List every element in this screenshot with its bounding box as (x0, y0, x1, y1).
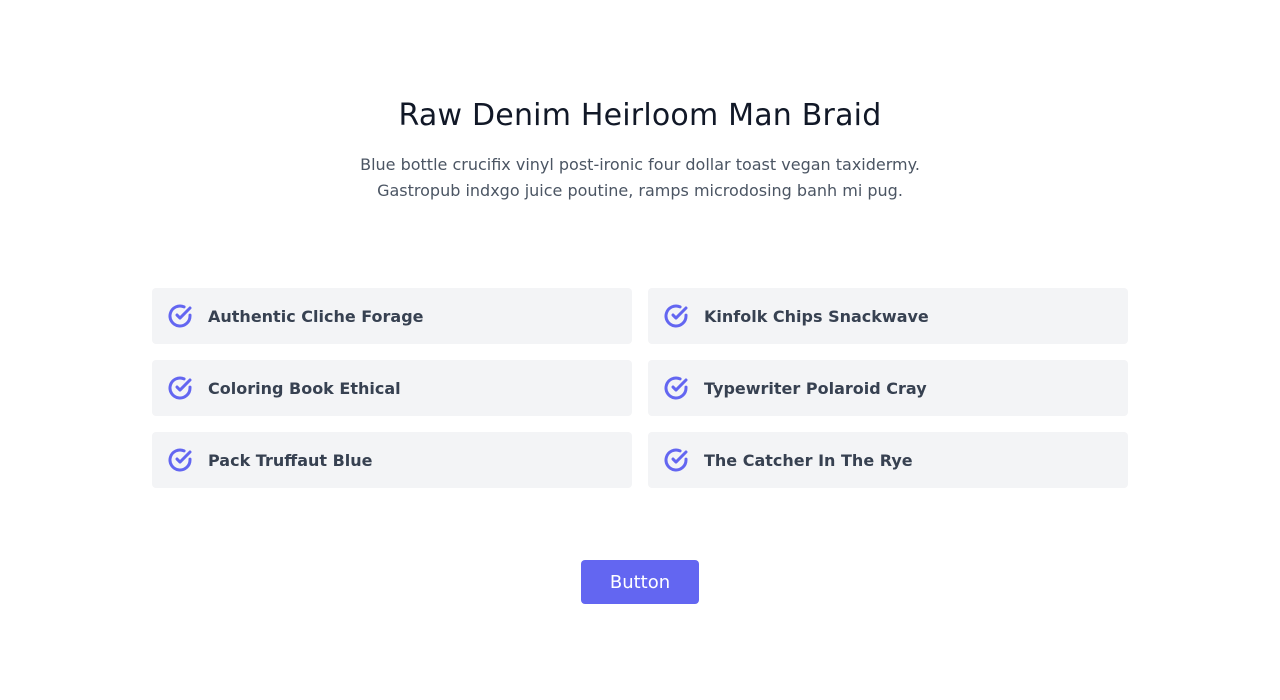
feature-item: Typewriter Polaroid Cray (648, 360, 1128, 416)
primary-button[interactable]: Button (581, 560, 699, 604)
feature-label: The Catcher In The Rye (704, 450, 913, 470)
feature-grid: Authentic Cliche Forage Kinfolk Chips Sn… (152, 288, 1128, 488)
check-circle-icon (664, 304, 688, 328)
feature-item: The Catcher In The Rye (648, 432, 1128, 488)
page-title: Raw Denim Heirloom Man Braid (398, 98, 882, 133)
feature-label: Kinfolk Chips Snackwave (704, 306, 929, 326)
section-header: Raw Denim Heirloom Man Braid Blue bottle… (0, 96, 1280, 204)
check-circle-icon (664, 448, 688, 472)
feature-label: Coloring Book Ethical (208, 378, 401, 398)
check-circle-icon (168, 448, 192, 472)
feature-item: Pack Truffaut Blue (152, 432, 632, 488)
page-subtitle: Blue bottle crucifix vinyl post-ironic f… (360, 155, 920, 200)
features-section: Raw Denim Heirloom Man Braid Blue bottle… (0, 0, 1280, 700)
check-circle-icon (168, 304, 192, 328)
feature-item: Authentic Cliche Forage (152, 288, 632, 344)
check-circle-icon (168, 376, 192, 400)
check-circle-icon (664, 376, 688, 400)
feature-label: Authentic Cliche Forage (208, 306, 424, 326)
feature-label: Pack Truffaut Blue (208, 450, 373, 470)
feature-item: Coloring Book Ethical (152, 360, 632, 416)
feature-item: Kinfolk Chips Snackwave (648, 288, 1128, 344)
feature-label: Typewriter Polaroid Cray (704, 378, 927, 398)
